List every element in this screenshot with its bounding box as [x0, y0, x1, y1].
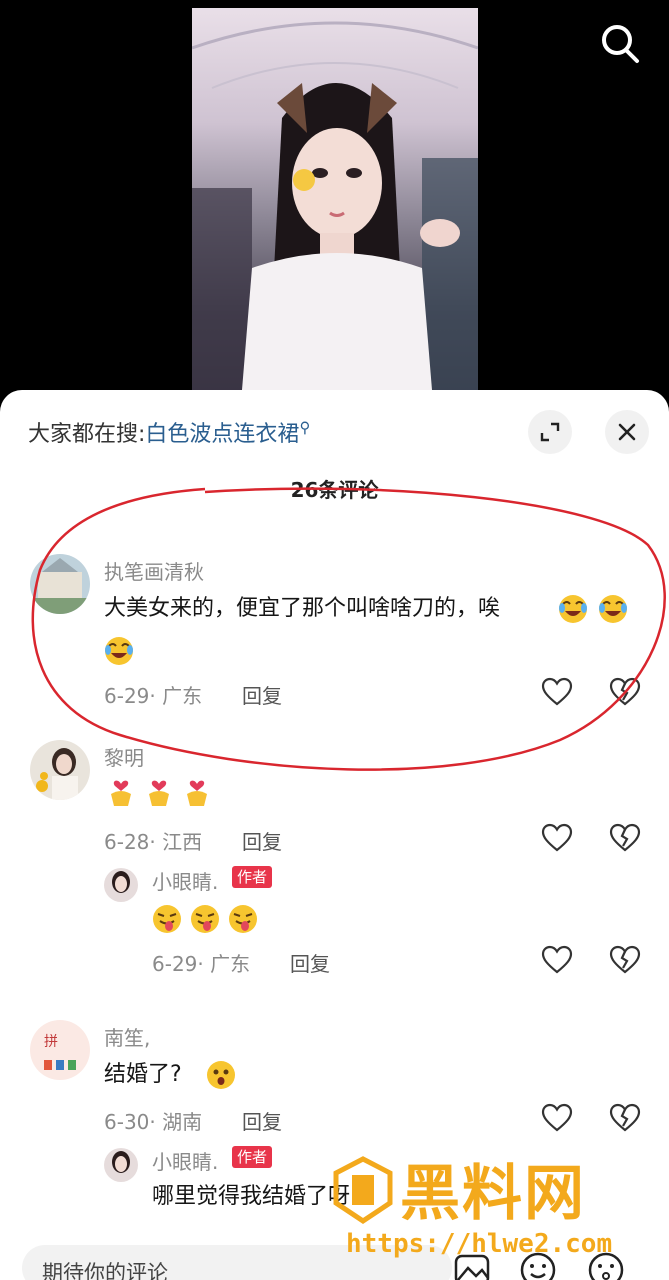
- reply-button[interactable]: 回复: [242, 1106, 282, 1135]
- tongue-out-emoji: [153, 905, 181, 933]
- search-button[interactable]: [596, 20, 644, 68]
- avatar[interactable]: 拼: [30, 1020, 90, 1080]
- comment-username[interactable]: 南笙,: [104, 1022, 150, 1051]
- comment-count-title: 26条评论: [290, 478, 379, 502]
- comment-text: 大美女来的，便宜了那个叫啥啥刀的，唉: [104, 596, 501, 621]
- laugh-cry-emoji: [599, 595, 627, 623]
- heart-icon[interactable]: [541, 1102, 573, 1134]
- broken-heart-icon[interactable]: [609, 822, 641, 854]
- author-badge: 作者: [232, 1146, 273, 1168]
- tongue-out-emoji: [229, 905, 257, 933]
- reply-button[interactable]: 回复: [242, 680, 282, 709]
- search-hint-prefix: 大家都在搜:: [28, 422, 146, 447]
- avatar[interactable]: [104, 1148, 138, 1182]
- comment-date-location: 6-29· 广东: [104, 684, 203, 708]
- close-button[interactable]: [605, 410, 649, 454]
- broken-heart-icon[interactable]: [609, 676, 641, 708]
- expand-icon: [540, 422, 560, 442]
- laugh-cry-emoji: [559, 595, 587, 623]
- search-icon: [602, 25, 639, 63]
- watermark-url: https://hlwe2.com: [346, 1229, 613, 1259]
- small-search-icon: ⚲: [299, 418, 311, 437]
- comment-date-location: 6-28· 江西: [104, 830, 203, 854]
- reply-username[interactable]: 小眼睛.: [152, 866, 218, 895]
- heart-hand-emoji: [149, 780, 169, 806]
- broken-heart-icon[interactable]: [609, 944, 641, 976]
- reply-button[interactable]: 回复: [290, 948, 330, 977]
- avatar[interactable]: [104, 868, 138, 902]
- comment-input-placeholder: 期待你的评论: [42, 1261, 168, 1280]
- heart-icon[interactable]: [541, 944, 573, 976]
- surprised-emoji: [207, 1061, 235, 1089]
- reply-text: 哪里觉得我结婚了呀: [152, 1184, 351, 1209]
- watermark: 黑料网 https://hlwe2.com: [330, 1145, 660, 1270]
- reply-button[interactable]: 回复: [242, 826, 282, 855]
- close-icon: [618, 423, 636, 441]
- video-player[interactable]: [192, 8, 478, 390]
- heart-hand-emoji: [111, 780, 131, 806]
- comment-date-location: 6-30· 湖南: [104, 1110, 203, 1134]
- broken-heart-icon[interactable]: [609, 1102, 641, 1134]
- search-suggestion[interactable]: 大家都在搜:白色波点连衣裙⚲: [28, 416, 310, 448]
- watermark-title: 黑料网: [400, 1159, 586, 1229]
- watermark-logo-icon: [333, 1156, 393, 1225]
- author-badge: 作者: [232, 866, 273, 888]
- sheet-header: 大家都在搜:白色波点连衣裙⚲: [0, 390, 669, 470]
- avatar[interactable]: [30, 740, 90, 800]
- laugh-cry-emoji: [105, 637, 133, 665]
- heart-icon[interactable]: [541, 822, 573, 854]
- tongue-out-emoji: [191, 905, 219, 933]
- comment-text: 结婚了?: [104, 1062, 182, 1087]
- comment-username[interactable]: 执笔画清秋: [104, 556, 204, 585]
- video-thumbnail: [192, 21, 478, 390]
- comment-username[interactable]: 黎明: [104, 742, 144, 771]
- expand-button[interactable]: [528, 410, 572, 454]
- search-hint-term[interactable]: 白色波点连衣裙: [145, 422, 299, 447]
- reply-date-location: 6-29· 广东: [152, 952, 251, 976]
- reply-username[interactable]: 小眼睛.: [152, 1146, 218, 1175]
- svg-text:拼: 拼: [44, 1034, 58, 1050]
- heart-icon[interactable]: [541, 676, 573, 708]
- avatar[interactable]: [30, 554, 90, 614]
- heart-hand-emoji: [187, 780, 207, 806]
